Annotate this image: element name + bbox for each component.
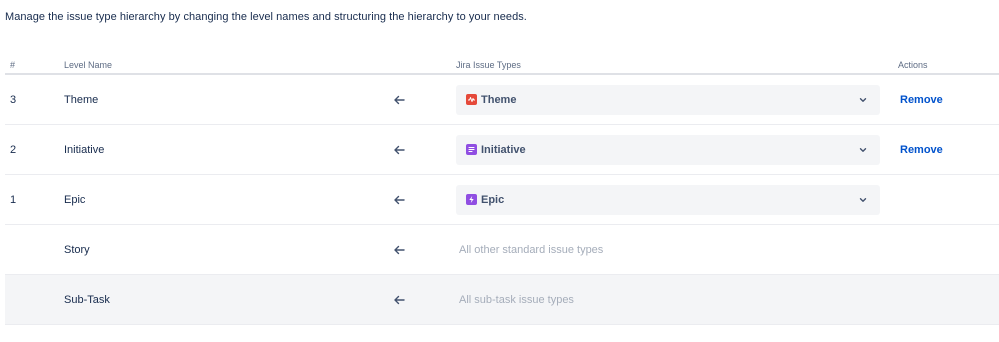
header-issue-types: Jira Issue Types [456, 60, 521, 70]
hierarchy-settings-page: Manage the issue type hierarchy by chang… [0, 0, 999, 342]
issue-type-cell: All sub-task issue types [456, 275, 880, 324]
issue-type-label: Initiative [481, 143, 526, 156]
intro-text: Manage the issue type hierarchy by chang… [5, 11, 527, 23]
issue-type-cell: Initiative [456, 125, 880, 174]
arrow-left-icon [391, 175, 407, 224]
epic-icon [466, 194, 477, 205]
level-name: Sub-Task [64, 293, 110, 306]
table-header: # Level Name Jira Issue Types Actions [5, 55, 999, 75]
theme-icon [466, 94, 477, 105]
level-name: Initiative [64, 143, 105, 156]
chevron-down-icon [859, 147, 867, 152]
level-name: Story [64, 243, 90, 256]
initiative-icon [466, 144, 477, 155]
arrow-left-icon [391, 75, 407, 124]
table-row: Story All other standard issue types [5, 225, 999, 275]
action-cell: Remove [900, 75, 943, 124]
hierarchy-table: # Level Name Jira Issue Types Actions 3 … [5, 55, 999, 325]
issue-type-cell: Theme [456, 75, 880, 124]
header-level-name: Level Name [64, 60, 113, 70]
issue-type-label: Theme [481, 93, 517, 106]
issue-type-text: All other standard issue types [459, 243, 604, 256]
issue-type-text: All sub-task issue types [459, 293, 574, 306]
table-row: Sub-Task All sub-task issue types [5, 275, 999, 325]
level-name: Epic [64, 193, 86, 206]
arrow-left-icon [391, 275, 407, 324]
issue-type-select[interactable]: Initiative [456, 134, 880, 165]
table-row: 1 Epic Epic [5, 175, 999, 225]
issue-type-select[interactable]: Epic [456, 184, 880, 215]
chevron-down-icon [859, 197, 867, 202]
chevron-down-icon [859, 97, 867, 102]
level-name: Theme [64, 93, 99, 106]
action-cell: Remove [900, 125, 943, 174]
issue-type-select[interactable]: Theme [456, 84, 880, 115]
header-actions: Actions [898, 60, 928, 70]
issue-type-cell: Epic [456, 175, 880, 224]
remove-button[interactable]: Remove [900, 144, 943, 156]
remove-button[interactable]: Remove [900, 94, 943, 106]
issue-type-label: Epic [481, 193, 505, 206]
level-number: 2 [10, 143, 17, 156]
header-num: # [10, 60, 16, 70]
issue-type-cell: All other standard issue types [456, 225, 880, 274]
arrow-left-icon [391, 125, 407, 174]
level-number: 3 [10, 93, 17, 106]
table-row: 3 Theme Theme Remove [5, 75, 999, 125]
table-row: 2 Initiative Initiative Remove [5, 125, 999, 175]
level-number: 1 [10, 193, 17, 206]
arrow-left-icon [391, 225, 407, 274]
